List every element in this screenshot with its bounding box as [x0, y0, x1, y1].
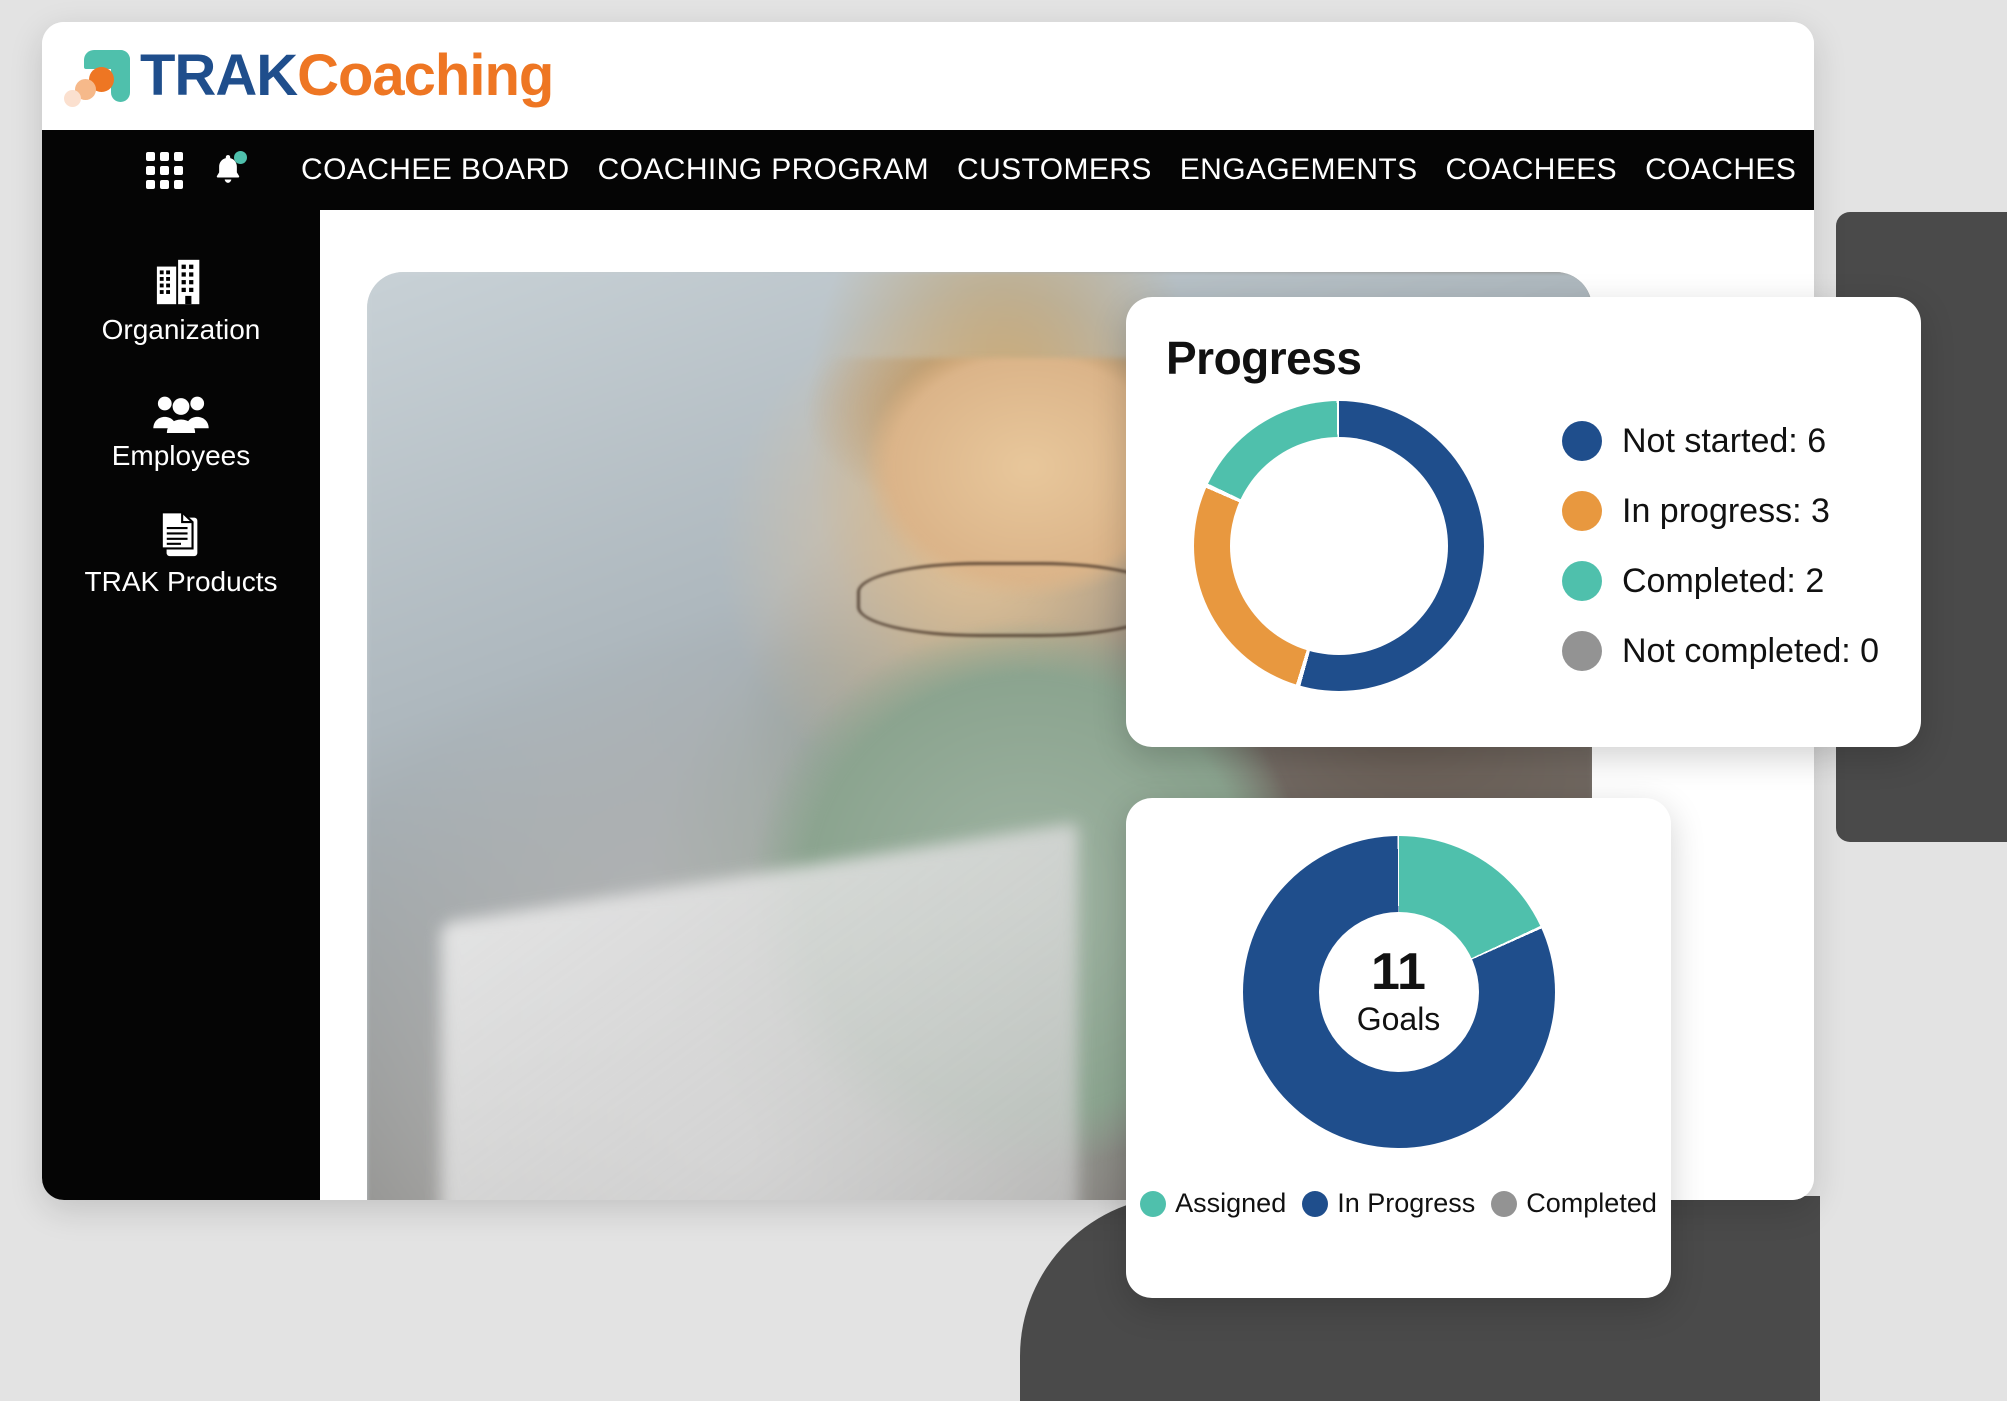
legend-swatch-in-progress [1562, 491, 1602, 531]
sidebar-item-label-organization: Organization [101, 314, 261, 345]
page-root: TRAKCoaching COACHEE BOARD COACHING PROG… [0, 0, 2007, 1401]
nav-link-coaching-program[interactable]: COACHING PROGRAM [598, 153, 929, 187]
top-navbar: COACHEE BOARD COACHING PROGRAM CUSTOMERS… [42, 130, 1814, 210]
nav-link-coachee-board[interactable]: COACHEE BOARD [301, 153, 570, 187]
goals-donut-chart: 11 Goals [1242, 836, 1555, 1148]
legend-label-not-completed: Not completed: 0 [1622, 631, 1880, 670]
sidebar-item-label-employees: Employees [111, 440, 251, 471]
brand-wordmark: TRAKCoaching [140, 47, 554, 105]
brand-name-secondary: Coaching [297, 43, 554, 108]
goals-legend-label-completed: Completed [1526, 1188, 1657, 1218]
goals-legend-label-in-progress: In Progress [1337, 1188, 1476, 1218]
goals-legend-label-assigned: Assigned [1175, 1188, 1287, 1218]
progress-card-title: Progress [1166, 332, 1362, 384]
navbar-links: COACHEE BOARD COACHING PROGRAM CUSTOMERS… [301, 153, 1796, 187]
goals-legend-swatch-completed [1491, 1190, 1518, 1217]
legend-item-not-started[interactable]: Not started: 6 [1562, 421, 1879, 461]
goals-legend-swatch-assigned [1140, 1190, 1167, 1217]
notification-bell-icon[interactable] [211, 151, 247, 188]
goals-card: 11 Goals Assigned In Progress Completed [1126, 798, 1671, 1298]
goals-legend-swatch-in-progress [1302, 1190, 1329, 1217]
progress-card-body: Not started: 6 In progress: 3 Completed:… [1166, 401, 1881, 691]
progress-donut-hole [1230, 437, 1448, 655]
brand-name-primary: TRAK [140, 43, 298, 108]
goals-donut-center: 11 Goals [1318, 912, 1479, 1072]
nav-link-engagements[interactable]: ENGAGEMENTS [1180, 153, 1418, 187]
goals-count-label: Goals [1356, 1000, 1441, 1037]
nav-link-customers[interactable]: CUSTOMERS [957, 153, 1152, 187]
left-sidebar: Organization Employees TRAK Products [42, 210, 320, 1200]
notification-badge-dot [234, 151, 247, 164]
goals-legend-item-assigned[interactable]: Assigned [1140, 1188, 1286, 1219]
sidebar-item-organization[interactable]: Organization [42, 244, 320, 352]
legend-swatch-not-completed [1562, 631, 1602, 671]
nav-link-coaches[interactable]: COACHES [1645, 153, 1796, 187]
legend-item-completed[interactable]: Completed: 2 [1562, 561, 1879, 601]
progress-card: Progress Not started: 6 In progress: 3 C… [1126, 297, 1921, 747]
sidebar-item-trak-products[interactable]: TRAK Products [42, 496, 320, 604]
apps-grid-icon[interactable] [146, 151, 183, 189]
people-group-icon [152, 376, 210, 434]
sidebar-item-label-trak-products: TRAK Products [84, 566, 278, 597]
legend-swatch-not-started [1562, 421, 1602, 461]
trak-logo-arrow-icon [62, 42, 134, 110]
legend-label-in-progress: In progress: 3 [1622, 491, 1830, 530]
legend-item-in-progress[interactable]: In progress: 3 [1562, 491, 1879, 531]
legend-label-not-started: Not started: 6 [1622, 421, 1827, 460]
legend-label-completed: Completed: 2 [1622, 561, 1825, 600]
goals-legend-item-completed[interactable]: Completed [1491, 1188, 1657, 1219]
documents-icon [156, 502, 206, 560]
building-icon [154, 250, 208, 308]
goals-legend: Assigned In Progress Completed [1140, 1188, 1657, 1219]
brand-header: TRAKCoaching [42, 22, 1814, 130]
sidebar-item-employees[interactable]: Employees [42, 370, 320, 478]
progress-legend: Not started: 6 In progress: 3 Completed:… [1562, 421, 1879, 671]
goals-legend-item-in-progress[interactable]: In Progress [1302, 1188, 1475, 1219]
nav-link-coachees[interactable]: COACHEES [1446, 153, 1618, 187]
goals-count: 11 [1371, 942, 1426, 1001]
progress-donut-chart [1194, 401, 1484, 691]
legend-item-not-completed[interactable]: Not completed: 0 [1562, 631, 1879, 671]
navbar-icon-group [42, 151, 247, 189]
legend-swatch-completed [1562, 561, 1602, 601]
